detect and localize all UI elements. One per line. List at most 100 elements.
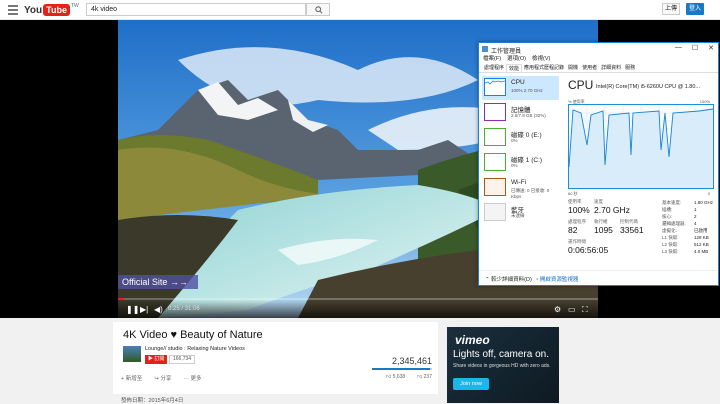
resource-value: 已傳送: 0 已接收: 0 Kbps bbox=[511, 188, 550, 199]
tm-title: 工作管理員 bbox=[491, 49, 522, 55]
resource-value: 2.5/7.8 GB (32%) bbox=[511, 113, 546, 118]
like-ratio-bar bbox=[372, 368, 432, 370]
spec-row: L1 快取: 128 KB bbox=[662, 235, 709, 240]
resource-disk-1[interactable]: 磁碟 1 (C:) 0% bbox=[482, 151, 559, 175]
cpu-title: CPU bbox=[568, 78, 594, 92]
resource-bluetooth[interactable]: 藍牙 未連線 bbox=[482, 201, 559, 225]
youtube-logo[interactable]: You Tube TW bbox=[24, 3, 79, 17]
settings-gear-icon[interactable]: ⚙ bbox=[554, 305, 561, 314]
resource-value: 0% bbox=[511, 138, 518, 143]
stat-threads: 執行緒 1095 bbox=[594, 219, 613, 235]
disk-thumbnail bbox=[484, 153, 506, 171]
stat-processes: 處理程序 82 bbox=[568, 219, 586, 235]
signin-button[interactable]: 登入 bbox=[686, 3, 704, 15]
volume-icon[interactable]: ◀) bbox=[154, 305, 163, 314]
spec-row: 基本速度: 1.80 GHz bbox=[662, 200, 714, 205]
spec-row: 虛擬化: 已啟用 bbox=[662, 228, 708, 233]
action-bar: + 新增至 ↪ 分享 ··· 更多 bbox=[121, 374, 201, 382]
minimize-icon[interactable]: — bbox=[675, 44, 682, 52]
stat-handles: 控制代碼 33561 bbox=[620, 219, 644, 235]
yt-header: You Tube TW 4k video 上傳 登入 bbox=[0, 0, 720, 20]
fewer-details-button[interactable]: ⌃ 較少詳細資料(D) bbox=[485, 275, 532, 283]
close-icon[interactable]: ✕ bbox=[708, 44, 714, 52]
menu-view[interactable]: 檢視(V) bbox=[532, 55, 550, 64]
task-manager-window[interactable]: 工作管理員 — ☐ ✕ 檔案(F) 選項(O) 檢視(V) 處理程序 效能 應用… bbox=[478, 42, 719, 286]
search-input[interactable]: 4k video bbox=[86, 3, 306, 16]
open-resource-monitor-link[interactable]: ◔ 開啟資源監視器 bbox=[535, 275, 578, 283]
resource-name: CPU bbox=[511, 79, 525, 86]
cpu-usage-graph bbox=[568, 104, 714, 189]
menu-file[interactable]: 檔案(F) bbox=[483, 55, 501, 64]
resource-memory[interactable]: 記憶體 2.5/7.8 GB (32%) bbox=[482, 101, 559, 125]
tab-services[interactable]: 服務 bbox=[623, 64, 637, 72]
video-title: 4K Video ♥ Beauty of Nature bbox=[123, 329, 263, 341]
tab-details[interactable]: 詳細資料 bbox=[599, 64, 623, 72]
stat-speed: 速度 2.70 GHz bbox=[594, 199, 630, 215]
more-button[interactable]: ··· 更多 bbox=[183, 374, 201, 382]
like-dislike: 👍︎ 5,638 👎︎ 237 bbox=[386, 374, 432, 380]
graph-label-time: 60 秒 bbox=[568, 191, 578, 196]
next-icon[interactable]: ▶| bbox=[140, 305, 148, 314]
cpu-detail-panel: CPU Intel(R) Core(TM) i5-6260U CPU @ 1.8… bbox=[566, 76, 718, 268]
time-display: 0:25 / 31:06 bbox=[168, 306, 200, 312]
share-button[interactable]: ↪ 分享 bbox=[154, 374, 171, 382]
spec-row: L2 快取: 512 KB bbox=[662, 242, 709, 247]
subscribe-button[interactable]: ▶ 訂閱 bbox=[145, 355, 167, 364]
resource-cpu[interactable]: CPU 100% 2.70 GHz bbox=[482, 76, 559, 100]
disk-thumbnail bbox=[484, 128, 506, 146]
cpu-model: Intel(R) Core(TM) i5-6260U CPU @ 1.80... bbox=[596, 84, 701, 90]
upload-button[interactable]: 上傳 bbox=[662, 3, 680, 15]
ad-subtext: Share videos in gorgeous HD with zero ad… bbox=[453, 363, 551, 369]
dislike-button[interactable]: 👎︎ 237 bbox=[417, 374, 432, 380]
resource-list: CPU 100% 2.70 GHz 記憶體 2.5/7.8 GB (32%) 磁… bbox=[482, 76, 559, 268]
vimeo-logo: vimeo bbox=[455, 333, 490, 347]
wifi-thumbnail bbox=[484, 178, 506, 196]
tm-footer: ⌃ 較少詳細資料(D) ◔ 開啟資源監視器 bbox=[479, 270, 718, 285]
fullscreen-icon[interactable]: ⛶ bbox=[582, 305, 588, 315]
resource-wifi[interactable]: Wi-Fi 已傳送: 0 已接收: 0 Kbps bbox=[482, 176, 559, 200]
vimeo-ad[interactable]: vimeo Lights off, camera on. Share video… bbox=[447, 327, 559, 403]
menu-options[interactable]: 選項(O) bbox=[507, 55, 526, 64]
tab-performance[interactable]: 效能 bbox=[506, 64, 523, 72]
join-now-button[interactable]: Join now bbox=[453, 378, 489, 390]
tab-processes[interactable]: 處理程序 bbox=[482, 64, 506, 72]
stat-uptime: 運作時間 0:06:56:05 bbox=[568, 239, 609, 255]
cpu-thumbnail bbox=[484, 78, 506, 96]
resource-disk-0[interactable]: 磁碟 0 (E:) 0% bbox=[482, 126, 559, 150]
memory-thumbnail bbox=[484, 103, 506, 121]
spec-row: L3 快取: 4.0 MB bbox=[662, 249, 709, 254]
tab-users[interactable]: 使用者 bbox=[580, 64, 599, 72]
like-ratio-fill bbox=[372, 368, 430, 370]
tab-startup[interactable]: 開機 bbox=[566, 64, 580, 72]
pause-icon[interactable]: ❚❚ bbox=[126, 305, 139, 314]
logo-text-tube: Tube bbox=[43, 4, 70, 16]
graph-label-min: 0 bbox=[707, 191, 710, 196]
official-site-link[interactable]: Official Site →→ bbox=[118, 275, 198, 289]
bluetooth-thumbnail bbox=[484, 203, 506, 221]
resource-value: 100% 2.70 GHz bbox=[511, 88, 543, 93]
logo-text-you: You bbox=[24, 4, 43, 16]
like-button[interactable]: 👍︎ 5,638 bbox=[386, 374, 405, 380]
video-info-card: 4K Video ♥ Beauty of Nature Lounge// stu… bbox=[113, 322, 438, 394]
task-manager-app-icon bbox=[482, 46, 488, 52]
add-to-button[interactable]: + 新增至 bbox=[121, 374, 142, 382]
spec-row: 插槽: 1 bbox=[662, 207, 697, 212]
player-controls: ❚❚ ▶| ◀) 0:25 / 31:06 ⚙ ▭ ⛶ bbox=[118, 300, 598, 318]
resource-value: 0% bbox=[511, 163, 518, 168]
theater-mode-icon[interactable]: ▭ bbox=[568, 305, 576, 314]
spec-row: 邏輯處理器: 4 bbox=[662, 221, 697, 226]
ad-headline: Lights off, camera on. bbox=[453, 349, 549, 360]
tm-titlebar[interactable]: 工作管理員 — ☐ ✕ bbox=[479, 43, 718, 55]
channel-avatar[interactable] bbox=[123, 346, 141, 362]
guide-menu-icon[interactable] bbox=[8, 5, 18, 15]
resource-name: Wi-Fi bbox=[511, 179, 527, 186]
channel-name[interactable]: Lounge// studio : Relaxing Nature Videos bbox=[145, 346, 245, 352]
search-icon bbox=[315, 6, 323, 14]
tm-tabs: 處理程序 效能 應用程式歷程記錄 開機 使用者 詳細資料 服務 bbox=[479, 64, 718, 73]
maximize-icon[interactable]: ☐ bbox=[692, 44, 698, 52]
stat-utilization: 使用率 100% bbox=[568, 199, 590, 215]
search-button[interactable] bbox=[306, 3, 330, 16]
thumbs-up-icon: 👍︎ bbox=[386, 374, 393, 380]
view-count: 2,345,461 bbox=[391, 356, 432, 366]
tab-app-history[interactable]: 應用程式歷程記錄 bbox=[522, 64, 566, 72]
